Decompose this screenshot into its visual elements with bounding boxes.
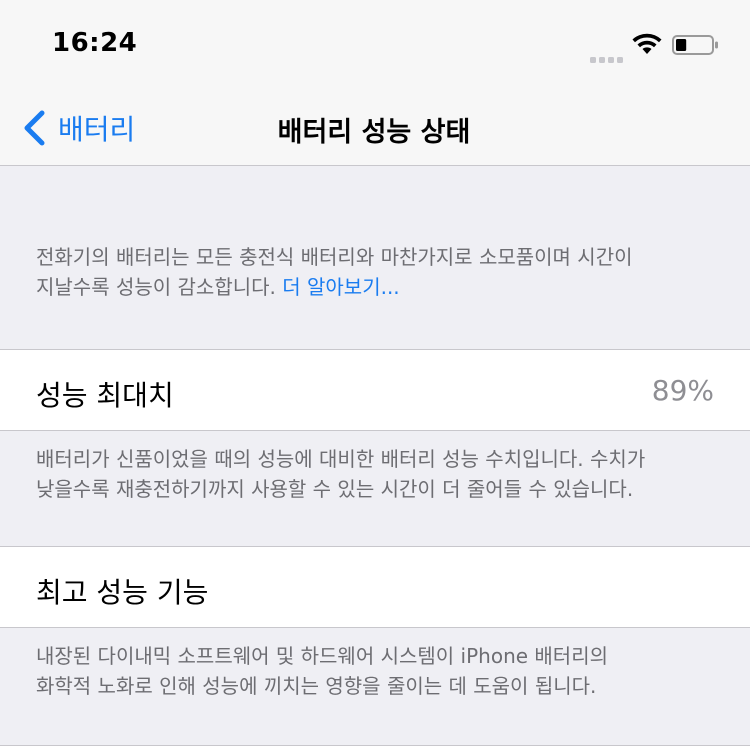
max-capacity-footer-line-2: 낮을수록 재충전하기까지 사용할 수 있는 시간이 더 줄어들 수 있습니다.	[36, 477, 634, 501]
intro-line-2-text: 지날수록 성능이 감소합니다.	[36, 275, 276, 299]
wifi-icon	[632, 33, 662, 59]
navigation-bar: 배터리 배터리 성능 상태	[0, 88, 750, 166]
battery-icon	[672, 35, 720, 59]
intro-line-2: 지날수록 성능이 감소합니다. 더 알아보기...	[36, 272, 726, 302]
max-capacity-value: 89%	[651, 374, 714, 407]
max-capacity-footer: 배터리가 신품이었을 때의 성능에 대비한 배터리 성능 수치입니다. 수치가 …	[36, 444, 726, 504]
page-title: 배터리 성능 상태	[277, 117, 471, 148]
peak-performance-footer-line-2: 화학적 노화로 인해 성능에 끼치는 영향을 줄이는 데 도움이 됩니다.	[36, 674, 597, 698]
peak-performance-footer: 내장된 다이내믹 소프트웨어 및 하드웨어 시스템이 iPhone 배터리의 화…	[36, 641, 726, 701]
intro-note: 전화기의 배터리는 모든 충전식 배터리와 마찬가지로 소모품이며 시간이 지날…	[36, 242, 726, 302]
cellular-signal-icon	[590, 48, 626, 67]
learn-more-link[interactable]: 더 알아보기...	[282, 275, 399, 299]
next-cell-edge	[0, 745, 750, 750]
max-capacity-footer-line-1: 배터리가 신품이었을 때의 성능에 대비한 배터리 성능 수치입니다. 수치가	[36, 447, 646, 471]
max-capacity-label: 성능 최대치	[36, 379, 174, 412]
max-capacity-cell: 성능 최대치 89%	[0, 349, 750, 431]
peak-performance-label: 최고 성능 기능	[36, 576, 209, 609]
status-bar: 16:24	[0, 0, 750, 88]
intro-line-1: 전화기의 배터리는 모든 충전식 배터리와 마찬가지로 소모품이며 시간이	[36, 245, 633, 269]
peak-performance-cell: 최고 성능 기능	[0, 546, 750, 628]
status-time: 16:24	[52, 28, 138, 58]
peak-performance-footer-line-1: 내장된 다이내믹 소프트웨어 및 하드웨어 시스템이 iPhone 배터리의	[36, 644, 609, 668]
